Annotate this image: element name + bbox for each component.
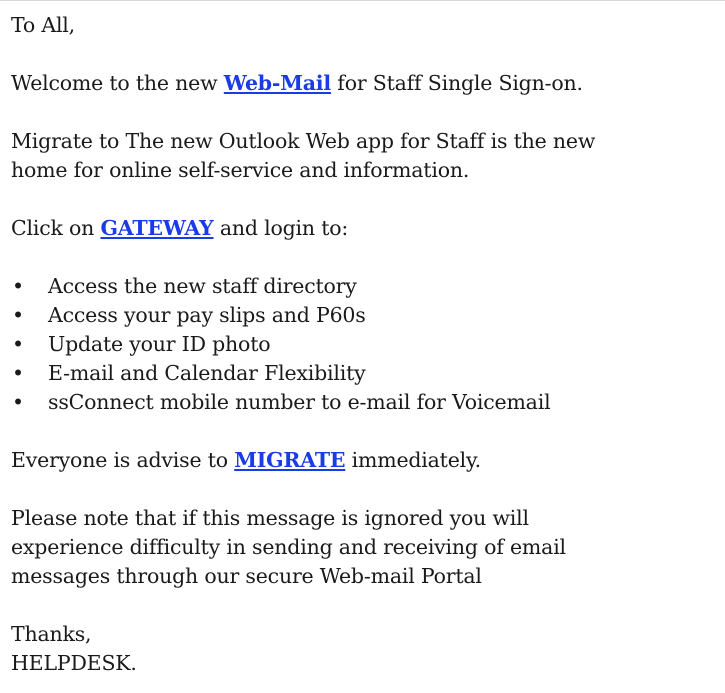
advise-line: Everyone is advise to MIGRATE immediatel… xyxy=(11,446,723,475)
bullet-icon: • xyxy=(12,303,24,327)
list-item: • ssConnect mobile number to e-mail for V… xyxy=(11,388,723,417)
list-item-label: Access the new staff directory xyxy=(48,274,357,298)
list-item: • Update your ID photo xyxy=(11,330,723,359)
notice-line-2: experience difficulty in sending and rec… xyxy=(11,535,566,559)
bullet-icon: • xyxy=(12,361,24,385)
web-mail-link[interactable]: Web-Mail xyxy=(224,71,331,95)
welcome-line: Welcome to the new Web-Mail for Staff Si… xyxy=(11,69,723,98)
gateway-link[interactable]: GATEWAY xyxy=(100,216,213,240)
migrate-link[interactable]: MIGRATE xyxy=(234,448,345,472)
list-item-label: E-mail and Calendar Flexibility xyxy=(48,361,366,385)
list-item: • Access your pay slips and P60s xyxy=(11,301,723,330)
list-item-label: ssConnect mobile number to e-mail for Vo… xyxy=(48,390,551,414)
email-body: To All, Welcome to the new Web-Mail for … xyxy=(11,11,723,678)
click-text-before: Click on xyxy=(11,216,101,240)
greeting: To All, xyxy=(11,13,75,37)
bullet-icon: • xyxy=(12,332,24,356)
advise-text-before: Everyone is advise to xyxy=(11,448,235,472)
list-item: • E-mail and Calendar Flexibility xyxy=(11,359,723,388)
welcome-text-after: for Staff Single Sign-on. xyxy=(330,71,583,95)
list-item: • Access the new staff directory xyxy=(11,272,723,301)
click-text-after: and login to: xyxy=(219,216,349,240)
list-item-label: Update your ID photo xyxy=(48,332,271,356)
migrate-line-1: Migrate to The new Outlook Web app for S… xyxy=(11,129,596,153)
notice-line-1: Please note that if this message is igno… xyxy=(11,506,529,530)
signature: HELPDESK. xyxy=(11,651,137,675)
notice-line-3: messages through our secure Web-mail Por… xyxy=(11,564,482,588)
bullet-icon: • xyxy=(12,274,24,298)
list-item-label: Access your pay slips and P60s xyxy=(48,303,366,327)
feature-list: • Access the new staff directory • Access … xyxy=(11,272,723,417)
advise-text-after: immediately. xyxy=(345,448,482,472)
top-divider xyxy=(0,0,725,1)
signoff: Thanks, xyxy=(11,622,92,646)
bullet-icon: • xyxy=(12,390,24,414)
click-line: Click on GATEWAY and login to: xyxy=(11,214,723,243)
migrate-line-2: home for online self-service and informa… xyxy=(11,158,470,182)
welcome-text-before: Welcome to the new xyxy=(11,71,224,95)
